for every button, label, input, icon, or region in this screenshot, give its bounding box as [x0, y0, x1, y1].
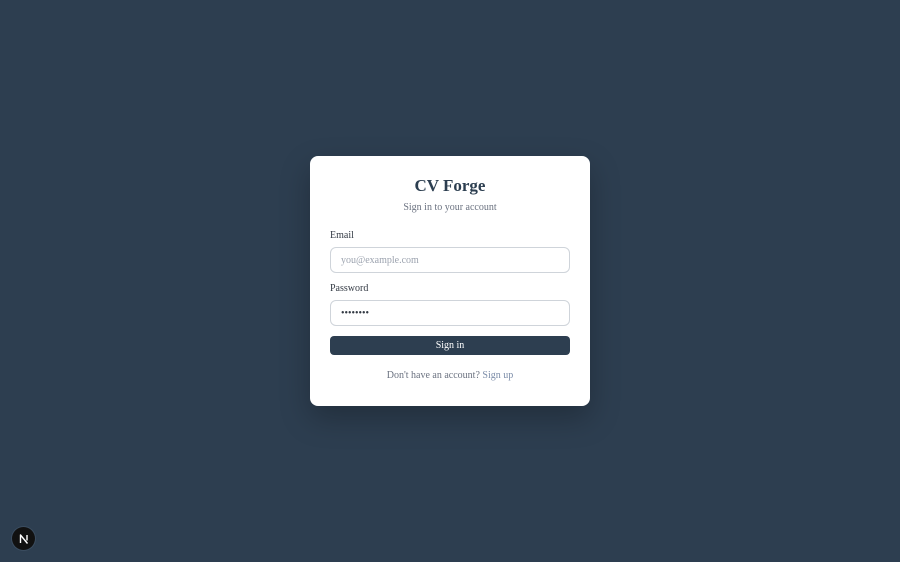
nextjs-dev-indicator[interactable] — [12, 527, 35, 550]
sign-in-button[interactable]: Sign in — [330, 336, 570, 355]
email-label: Email — [330, 230, 354, 241]
email-field[interactable] — [330, 247, 570, 273]
app-title: CV Forge — [414, 176, 486, 195]
nextjs-logo-icon — [19, 533, 28, 544]
password-field[interactable] — [330, 300, 570, 326]
login-card: CV Forge Sign in to your account Email P… — [310, 156, 590, 406]
page: CV Forge Sign in to your account Email P… — [0, 0, 900, 562]
sign-up-link[interactable]: Sign up — [482, 370, 513, 381]
signup-prompt-text: Don't have an account? — [386, 370, 480, 381]
signup-prompt: Don't have an account? Sign up — [330, 370, 570, 382]
login-form: Email Password Sign in — [330, 230, 570, 355]
page-subtitle: Sign in to your account — [403, 202, 497, 213]
password-label: Password — [330, 283, 369, 294]
